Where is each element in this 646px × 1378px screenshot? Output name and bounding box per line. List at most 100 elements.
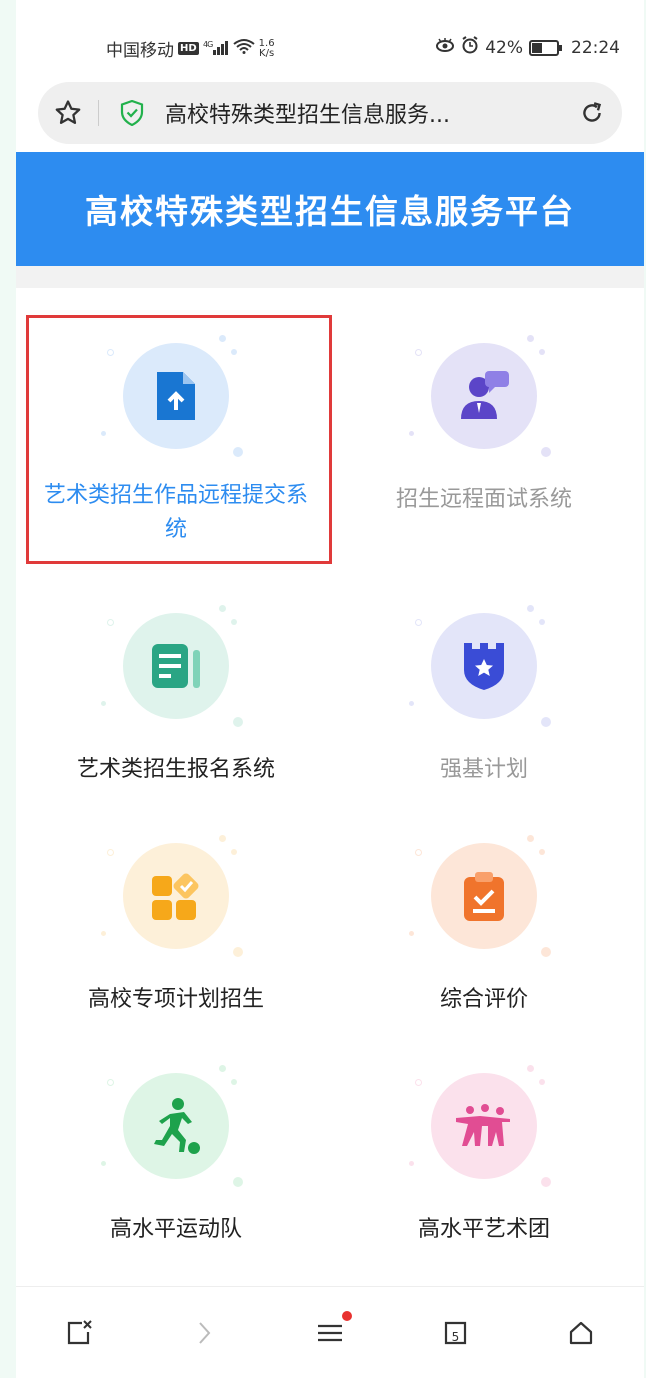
decoration-dot <box>101 931 106 936</box>
decoration-dot <box>415 1079 422 1086</box>
hd-badge: HD <box>178 42 199 55</box>
decoration-dot <box>409 701 414 706</box>
close-page-icon <box>67 1319 92 1344</box>
status-left: 中国移动 HD 4G 1.6 K/s <box>106 36 275 61</box>
close-page-button[interactable] <box>49 1303 109 1363</box>
service-tile-icon-area <box>399 325 569 475</box>
decoration-dot <box>409 431 414 436</box>
decoration-dot <box>101 701 106 706</box>
decoration-dot <box>231 849 237 855</box>
battery-icon <box>529 39 562 56</box>
status-bar: 中国移动 HD 4G 1.6 K/s 42% 22:24 <box>16 0 644 80</box>
network-speed-value: 1.6 <box>258 37 275 49</box>
service-tile-icon-area <box>91 1055 261 1205</box>
home-icon <box>570 1321 593 1344</box>
section-divider <box>16 266 644 288</box>
decoration-dot <box>219 835 226 842</box>
network-speed: 1.6 K/s <box>258 37 275 59</box>
service-tile-icon-area <box>399 1055 569 1205</box>
eye-comfort-icon <box>435 37 455 58</box>
clock: 22:24 <box>571 37 620 58</box>
decoration-dot <box>539 619 545 625</box>
battery-percent: 42% <box>485 37 523 58</box>
decoration-dot <box>233 717 243 727</box>
service-tile-icon-area <box>91 825 261 975</box>
service-tile[interactable]: 高校专项计划招生 <box>26 815 326 1065</box>
tabs-count: 5 <box>451 1330 459 1344</box>
network-type: 4G <box>203 40 213 49</box>
service-tile-icon-area <box>399 595 569 745</box>
service-tile: 强基计划 <box>334 585 634 835</box>
forward-button[interactable] <box>174 1303 234 1363</box>
menu-icon <box>317 1324 342 1341</box>
service-tile-label: 高校专项计划招生 <box>87 987 264 1012</box>
secure-shield-icon <box>119 100 145 126</box>
decoration-dot <box>415 849 422 856</box>
decoration-dot <box>541 447 551 457</box>
wifi-icon <box>233 38 255 59</box>
dancers-icon <box>431 1073 537 1179</box>
service-tile-label: 高水平运动队 <box>109 1217 242 1242</box>
tabs-icon: 5 <box>444 1321 466 1344</box>
chevron-right-icon <box>199 1321 211 1344</box>
form-icon <box>123 613 229 719</box>
decoration-dot <box>409 931 414 936</box>
service-tile-icon-area <box>399 825 569 975</box>
battery-fill <box>532 42 542 53</box>
service-tile-label: 综合评价 <box>439 987 528 1012</box>
page-header-banner: 高校特殊类型招生信息服务平台 <box>16 152 644 266</box>
reload-icon[interactable] <box>562 100 622 126</box>
service-tile[interactable]: 综合评价 <box>334 815 634 1065</box>
decoration-dot <box>107 849 114 856</box>
tabs-button[interactable]: 5 <box>426 1303 486 1363</box>
decoration-dot <box>101 1161 106 1166</box>
alarm-icon <box>461 36 479 59</box>
decoration-dot <box>233 947 243 957</box>
service-tile-label: 强基计划 <box>439 757 528 782</box>
decoration-dot <box>539 1079 545 1085</box>
clipboard-check-icon <box>431 843 537 949</box>
address-bar[interactable]: 高校特殊类型招生信息服务... <box>38 82 622 144</box>
page-title-url[interactable]: 高校特殊类型招生信息服务... <box>165 97 562 129</box>
soccer-player-icon <box>123 1073 229 1179</box>
signal-icon: 4G <box>203 39 229 59</box>
decoration-dot <box>107 1079 114 1086</box>
apps-icon <box>123 843 229 949</box>
decoration-dot <box>527 605 534 612</box>
page-title: 高校特殊类型招生信息服务平台 <box>85 192 575 231</box>
selection-highlight <box>26 315 332 564</box>
bookmark-star-icon[interactable] <box>38 98 98 128</box>
home-button[interactable] <box>551 1303 611 1363</box>
decoration-dot <box>231 619 237 625</box>
notification-dot <box>341 1310 352 1321</box>
service-tile[interactable]: 高水平运动队 <box>26 1045 326 1295</box>
shield-star-icon <box>431 613 537 719</box>
interview-icon <box>431 343 537 449</box>
decoration-dot <box>219 1065 226 1072</box>
browser-bottom-bar: 5 <box>16 1286 644 1378</box>
service-tile-label: 艺术类招生报名系统 <box>76 757 275 782</box>
address-bar-divider <box>98 100 99 126</box>
decoration-dot <box>541 947 551 957</box>
service-tile: 招生远程面试系统 <box>334 315 634 565</box>
decoration-dot <box>541 1177 551 1187</box>
decoration-dot <box>527 1065 534 1072</box>
service-tile[interactable]: 高水平艺术团 <box>334 1045 634 1295</box>
decoration-dot <box>231 1079 237 1085</box>
decoration-dot <box>233 1177 243 1187</box>
phone-screen: 中国移动 HD 4G 1.6 K/s 42% 22:24 高校特殊类型招生信息服… <box>16 0 644 1378</box>
decoration-dot <box>527 835 534 842</box>
decoration-dot <box>539 349 545 355</box>
decoration-dot <box>541 717 551 727</box>
decoration-dot <box>219 605 226 612</box>
menu-button[interactable] <box>300 1303 360 1363</box>
service-tile-icon-area <box>91 595 261 745</box>
decoration-dot <box>415 619 422 626</box>
decoration-dot <box>527 335 534 342</box>
status-right: 42% 22:24 <box>435 36 620 59</box>
service-tile-label: 招生远程面试系统 <box>395 487 572 512</box>
service-tile[interactable]: 艺术类招生报名系统 <box>26 585 326 835</box>
decoration-dot <box>539 849 545 855</box>
decoration-dot <box>107 619 114 626</box>
decoration-dot <box>415 349 422 356</box>
